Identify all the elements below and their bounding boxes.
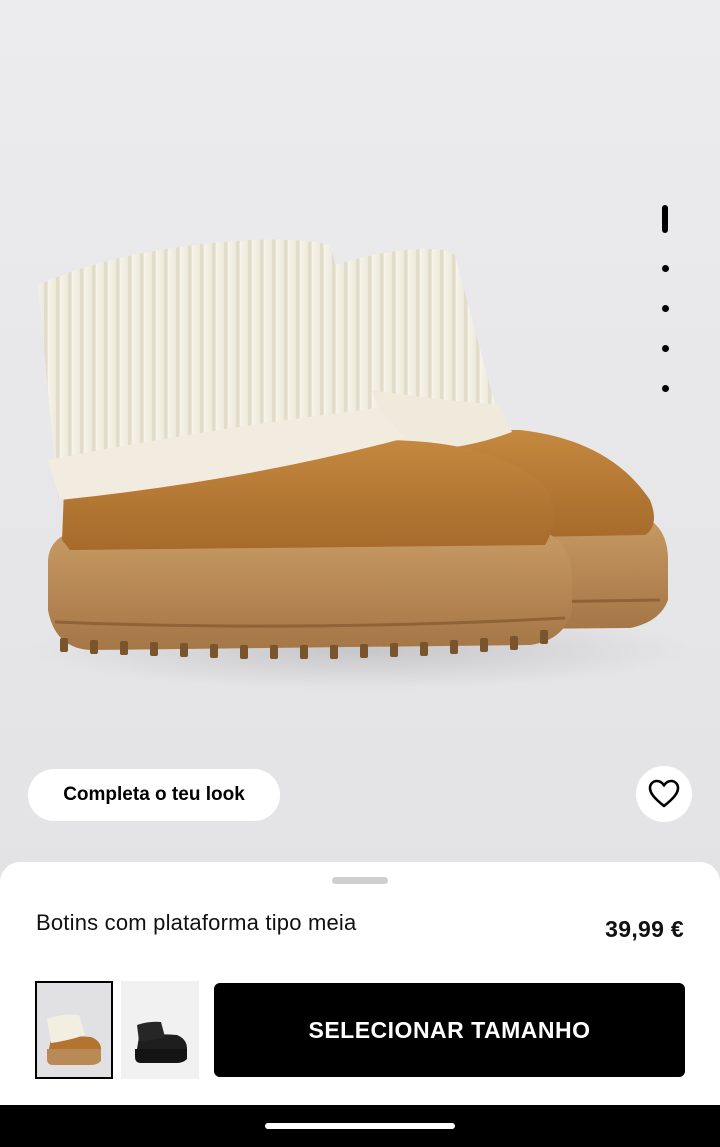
sheet-grabber[interactable] xyxy=(332,877,388,884)
product-bottom-sheet: Botins com plataforma tipo meia 39,99 € … xyxy=(0,862,720,1105)
pagination-dot[interactable] xyxy=(662,305,669,312)
product-image[interactable] xyxy=(0,0,720,880)
product-detail-screen: Completa o teu look Botins com plataform… xyxy=(0,0,720,1147)
pagination-dot[interactable] xyxy=(662,265,669,272)
pagination-dot[interactable] xyxy=(662,385,669,392)
pagination-dot[interactable] xyxy=(662,345,669,352)
system-navigation-bar xyxy=(0,1105,720,1147)
gallery-pagination[interactable] xyxy=(660,205,672,405)
select-size-button[interactable]: SELECIONAR TAMANHO xyxy=(214,983,685,1077)
boots-illustration xyxy=(0,0,720,880)
color-variant-thumbnail[interactable] xyxy=(121,981,199,1079)
product-price: 39,99 € xyxy=(605,916,684,942)
heart-outline-icon xyxy=(648,779,680,808)
favorite-button[interactable] xyxy=(636,766,692,822)
pagination-dot-active[interactable] xyxy=(662,205,668,233)
product-name: Botins com plataforma tipo meia xyxy=(36,910,357,935)
variant-camel-image xyxy=(37,983,111,1077)
complete-look-label: Completa o teu look xyxy=(63,784,245,805)
home-indicator[interactable] xyxy=(265,1123,455,1129)
complete-look-button[interactable]: Completa o teu look xyxy=(28,769,280,821)
color-variant-thumbnail-selected[interactable] xyxy=(35,981,113,1079)
variant-black-image xyxy=(121,981,199,1079)
